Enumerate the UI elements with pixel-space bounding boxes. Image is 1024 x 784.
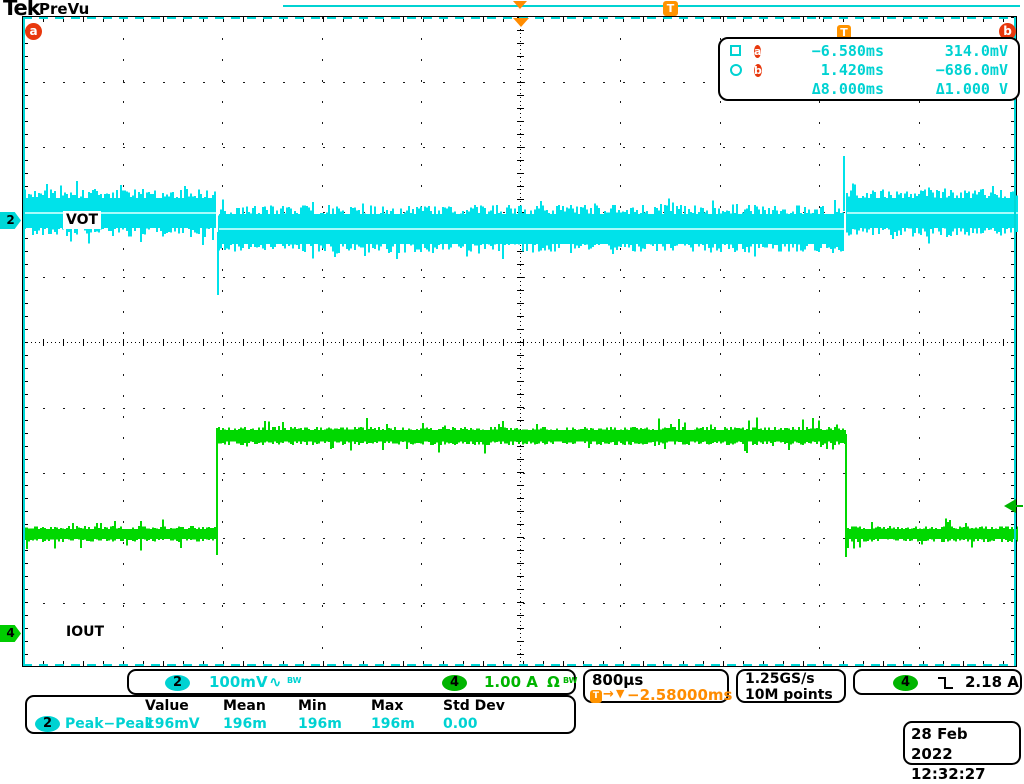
ch4-waveform-label: IOUT — [63, 623, 107, 641]
cursor-a-vbar[interactable] — [23, 17, 25, 666]
trigger-level-readout: 2.18 A — [965, 673, 1019, 691]
cursor-delta-time: Δ8.000ms — [780, 80, 884, 98]
cursor-a-badge[interactable]: a — [25, 23, 42, 40]
ch2-scale-readout[interactable]: 100mV — [209, 673, 268, 691]
cursor-a-shape-icon — [730, 45, 754, 56]
ch4-bandwidth-icon: BW — [563, 677, 572, 684]
record-view-bar[interactable] — [283, 5, 1020, 7]
meas-header-value: Value — [145, 698, 189, 714]
datetime-box: 28 Feb 2022 12:32:27 — [903, 721, 1021, 765]
cursor-readout-box: a −6.580ms 314.0mV b 1.420ms −686.0mV Δ8… — [718, 37, 1020, 101]
cursor-b-shape-icon — [730, 64, 754, 76]
acquisition-box[interactable]: 1.25GS/s 10M points — [736, 669, 846, 703]
oscilloscope-screen: Tek PreVu T a b T 2 VOT 4 IOUT a −6.580m… — [0, 0, 1024, 768]
trigger-level-arrow-icon[interactable] — [1004, 499, 1016, 513]
cursor-b-row-badge: b — [754, 64, 762, 77]
cursor-b-time: 1.420ms — [780, 61, 884, 79]
date-readout: 28 Feb 2022 — [911, 724, 1013, 764]
ch4-impedance-icon: Ω — [547, 673, 560, 691]
trigger-source-badge[interactable]: 4 — [893, 675, 918, 691]
trigger-delay-t-icon: T — [590, 690, 602, 703]
cursor-b-hbar[interactable] — [23, 664, 1016, 666]
ch4-scale-readout[interactable]: 1.00 A — [484, 673, 538, 691]
timebase-box[interactable]: 800µs T → ▼ −2.58000ms — [583, 669, 729, 703]
cursor-b-row: b 1.420ms −686.0mV — [730, 60, 1008, 79]
expansion-point-marker-icon — [513, 18, 529, 27]
meas-min: 196m — [298, 716, 342, 732]
sample-rate-readout: 1.25GS/s — [745, 671, 815, 687]
cursor-b-value: −686.0mV — [884, 61, 1008, 79]
meas-value: 196mV — [145, 716, 200, 732]
meas-mean: 196m — [223, 716, 267, 732]
waveform-display — [23, 17, 1018, 668]
cursor-delta-value: Δ1.000 V — [884, 80, 1008, 98]
falling-edge-icon — [937, 676, 955, 691]
ch2-coupling-icon: ∿ — [269, 673, 282, 691]
meas-header-max: Max — [371, 698, 403, 714]
time-readout: 12:32:27 — [911, 764, 1013, 784]
cursor-a-row: a −6.580ms 314.0mV — [730, 41, 1008, 60]
meas-header-min: Min — [298, 698, 327, 714]
trigger-delay-readout: −2.58000ms — [627, 686, 732, 704]
cursor-a-row-badge: a — [754, 45, 761, 58]
trigger-box[interactable]: 4 2.18 A — [853, 669, 1022, 695]
meas-stddev: 0.00 — [443, 716, 478, 732]
cursor-b-vbar[interactable] — [1014, 17, 1016, 666]
ch2-waveform-label: VOT — [63, 211, 101, 229]
graticule: a b T — [22, 16, 1017, 667]
measurement-box[interactable]: Value Mean Min Max Std Dev 2 Peak−Peak 1… — [25, 695, 576, 734]
meas-max: 196m — [371, 716, 415, 732]
ch2-position-marker[interactable]: 2 — [0, 212, 21, 229]
trigger-delay-marker-icon: ▼ — [616, 687, 624, 700]
cursor-delta-row: Δ8.000ms Δ1.000 V — [730, 79, 1008, 98]
ch4-badge[interactable]: 4 — [442, 675, 467, 691]
channel-settings-box[interactable]: 2 100mV ∿ BW 4 1.00 A Ω BW — [127, 669, 576, 695]
meas-name: Peak−Peak — [65, 716, 154, 732]
cursor-a-value: 314.0mV — [884, 42, 1008, 60]
cursor-a-time: −6.580ms — [780, 42, 884, 60]
record-length-readout: 10M points — [745, 687, 833, 703]
expansion-point-icon[interactable] — [513, 1, 527, 9]
ch2-badge[interactable]: 2 — [165, 675, 190, 691]
trigger-position-icon[interactable]: T — [663, 1, 678, 16]
trigger-delay-arrow-icon: → — [603, 687, 614, 702]
meas-header-mean: Mean — [223, 698, 266, 714]
meas-header-stddev: Std Dev — [443, 698, 505, 714]
ch4-position-marker[interactable]: 4 — [0, 625, 21, 642]
meas-source-badge: 2 — [35, 716, 60, 732]
ch2-bandwidth-icon: BW — [287, 677, 296, 684]
